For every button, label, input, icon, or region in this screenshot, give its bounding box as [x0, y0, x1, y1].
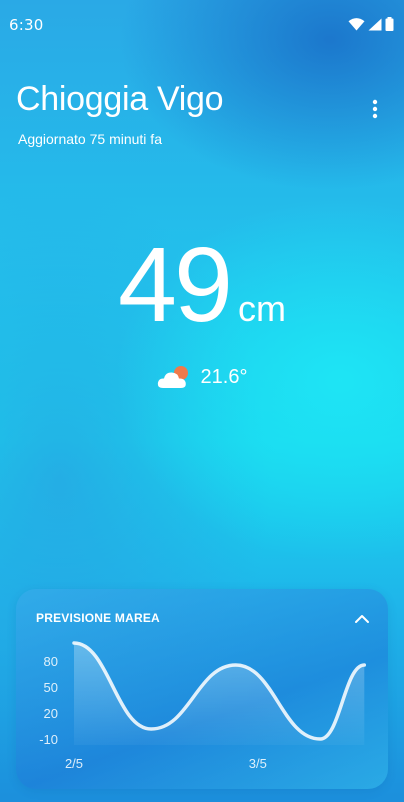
x-tick-label: 2/5 — [65, 756, 83, 771]
app-screen: 6:30 Chioggia Vigo Aggiornato 75 minuti … — [0, 0, 404, 802]
status-icons — [348, 17, 394, 31]
temperature-value: 21.6° — [200, 365, 248, 388]
tide-forecast-chart: 80 50 20 -10 2/5 3/5 — [39, 641, 367, 771]
status-time: 6:30 — [9, 16, 44, 34]
y-tick-label: 80 — [44, 654, 58, 669]
cellular-signal-icon — [368, 18, 382, 30]
partly-cloudy-icon — [157, 366, 188, 388]
more-vertical-icon — [372, 99, 378, 119]
battery-icon — [385, 17, 394, 31]
updated-timestamp: Aggiornato 75 minuti fa — [18, 131, 162, 147]
status-bar: 6:30 — [0, 0, 404, 50]
tide-level-unit: cm — [237, 288, 286, 329]
x-tick-label: 3/5 — [249, 756, 267, 771]
tide-level-value: 49 — [118, 226, 233, 344]
y-tick-label: -10 — [39, 732, 58, 747]
tide-forecast-card: PREVISIONE MAREA 80 50 20 -10 2/5 3/5 — [16, 589, 388, 789]
weather-summary: 21.6° — [0, 364, 404, 390]
tide-level-readout: 49 cm — [0, 232, 404, 338]
wifi-icon — [348, 17, 365, 30]
y-tick-label: 20 — [44, 706, 58, 721]
location-title: Chioggia Vigo — [16, 80, 224, 118]
overflow-menu-button[interactable] — [362, 96, 388, 122]
y-tick-label: 50 — [44, 680, 58, 695]
